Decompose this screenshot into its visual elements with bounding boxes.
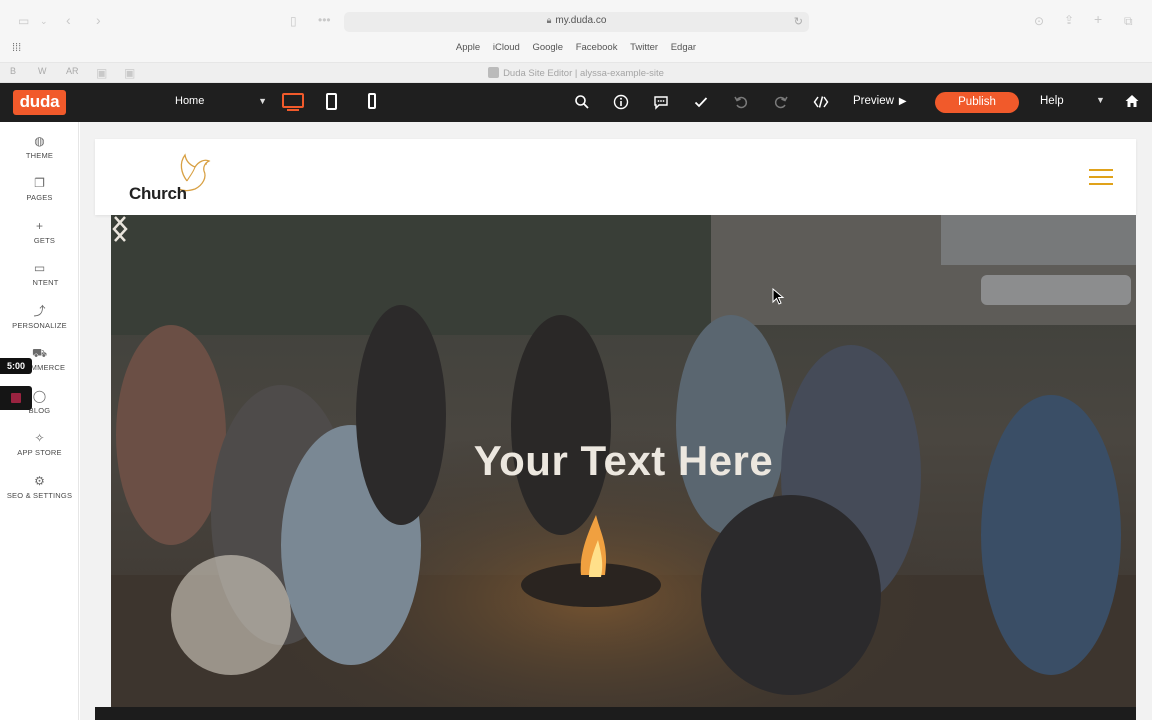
preview-button[interactable]: Preview ▶ — [853, 95, 907, 107]
bookmarks-bar: ⁞⁞⁞ Apple iCloud Google Facebook Twitter… — [0, 38, 1152, 58]
bookmark-facebook[interactable]: Facebook — [576, 42, 618, 53]
hero-slider[interactable]: Your Text Here — [111, 215, 1136, 707]
editor-toolbar: duda Home ▼ Preview ▶ Publish Help ▼ — [0, 83, 1152, 122]
active-tab[interactable]: Duda Site Editor | alyssa-example-site — [0, 67, 1152, 79]
mobile-view-icon[interactable] — [368, 93, 376, 109]
help-button[interactable]: Help — [1040, 95, 1064, 107]
check-icon[interactable] — [691, 94, 711, 113]
next-section — [95, 707, 1136, 720]
home-icon[interactable] — [1124, 93, 1140, 114]
gear-icon: ⚙ — [34, 474, 45, 488]
bookmark-twitter[interactable]: Twitter — [630, 42, 658, 53]
browser-chrome: ▭ ⌄ ‹ › ▯ ••• 🔒︎ my.duda.co ↻ ⊙ ⇪ + ⧉ ⁞⁞⁞… — [0, 0, 1152, 83]
tablet-view-icon[interactable] — [326, 93, 337, 110]
sidebar-item-widgets[interactable]: + GETS — [0, 219, 79, 245]
sidebar-item-seo-settings[interactable]: ⚙ SEO & SETTINGS — [0, 474, 79, 500]
sidebar-item-content[interactable]: ▭ NTENT — [0, 261, 79, 287]
more-icon[interactable]: ••• — [318, 13, 331, 27]
sidebar-item-app-store[interactable]: ✧ APP STORE — [0, 431, 79, 457]
bookmark-google[interactable]: Google — [532, 42, 563, 53]
sidebar-item-label: GETS — [33, 236, 56, 245]
back-icon[interactable]: ‹ — [66, 13, 71, 27]
forward-icon[interactable]: › — [96, 13, 101, 27]
sidebar-item-label: THEME — [25, 151, 54, 160]
code-icon[interactable] — [811, 94, 831, 113]
plus-icon: + — [35, 219, 43, 233]
play-icon: ▶ — [898, 96, 907, 107]
menu-icon[interactable] — [1089, 169, 1113, 185]
sidebar-item-pages[interactable]: ❐ PAGES — [0, 176, 79, 202]
address-bar[interactable]: 🔒︎ my.duda.co ↻ — [344, 12, 809, 32]
favicon-icon — [488, 67, 500, 78]
pages-icon: ❐ — [34, 176, 45, 190]
browser-toolbar: ▭ ⌄ ‹ › ▯ ••• 🔒︎ my.duda.co ↻ ⊙ ⇪ + ⧉ — [0, 8, 1152, 34]
tab-bar: B W AR ▣ ▣ Duda Site Editor | alyssa-exa… — [0, 62, 1152, 82]
palette-icon: ◍ — [34, 134, 45, 148]
bookmark-apple[interactable]: Apple — [456, 42, 480, 53]
stop-recording-icon[interactable] — [0, 386, 32, 410]
sidebar-item-theme[interactable]: ◍ THEME — [0, 134, 79, 160]
reload-icon[interactable]: ↻ — [794, 15, 803, 28]
sidebar-item-label: PERSONALIZE — [12, 321, 67, 330]
recording-timer: 5:00 — [0, 358, 32, 374]
tab-title: Duda Site Editor | alyssa-example-site — [503, 68, 664, 79]
bookmark-edgar[interactable]: Edgar — [671, 42, 696, 53]
sidebar-item-label: PAGES — [26, 193, 53, 202]
chevron-down-icon: ▼ — [258, 96, 267, 106]
sidebar-toggle-icon[interactable]: ▭ — [18, 14, 29, 28]
hero-title[interactable]: Your Text Here — [111, 437, 1136, 485]
comment-icon[interactable] — [651, 94, 671, 113]
site-logo-text: Church — [129, 184, 187, 203]
app-store-icon: ✧ — [34, 431, 45, 445]
duda-logo[interactable]: duda — [13, 90, 66, 115]
sidebar-item-label: NTENT — [32, 278, 59, 287]
publish-button[interactable]: Publish — [935, 92, 1019, 113]
page-select[interactable]: Home ▼ — [175, 95, 267, 111]
new-tab-icon[interactable]: + — [1094, 12, 1102, 26]
tabs-overview-icon[interactable]: ⧉ — [1124, 14, 1133, 28]
desktop-view-icon[interactable] — [282, 93, 304, 111]
bookmark-icloud[interactable]: iCloud — [493, 42, 520, 53]
lock-icon: 🔒︎ — [546, 15, 552, 25]
search-icon[interactable] — [572, 94, 592, 113]
page-select-value: Home — [175, 95, 205, 107]
sidebar-item-label: APP STORE — [17, 448, 62, 457]
sidebar-item-personalize[interactable]: ⤴ PERSONALIZE — [0, 304, 79, 330]
share-icon[interactable]: ⇪ — [1064, 13, 1074, 27]
chevron-right-icon[interactable] — [111, 215, 129, 243]
download-icon[interactable]: ⊙ — [1034, 14, 1044, 28]
chevron-down-icon[interactable]: ▼ — [1096, 95, 1105, 105]
shield-icon[interactable]: ▯ — [290, 14, 297, 28]
mouse-cursor-icon — [772, 288, 785, 305]
preview-label: Preview — [853, 95, 894, 107]
site-header[interactable]: Church — [95, 139, 1136, 215]
info-icon[interactable] — [611, 94, 631, 113]
chevron-down-icon[interactable]: ⌄ — [40, 14, 48, 28]
sidebar-item-label: SEO & SETTINGS — [6, 491, 73, 500]
redo-icon[interactable] — [771, 94, 791, 113]
folder-icon: ▭ — [33, 261, 46, 275]
url-text: my.duda.co — [555, 15, 607, 26]
undo-icon[interactable] — [731, 94, 751, 113]
editor-sidebar: ◍ THEME ❐ PAGES + GETS ▭ NTENT ⤴ PERSONA… — [0, 122, 79, 720]
personalize-icon: ⤴ — [33, 304, 46, 318]
